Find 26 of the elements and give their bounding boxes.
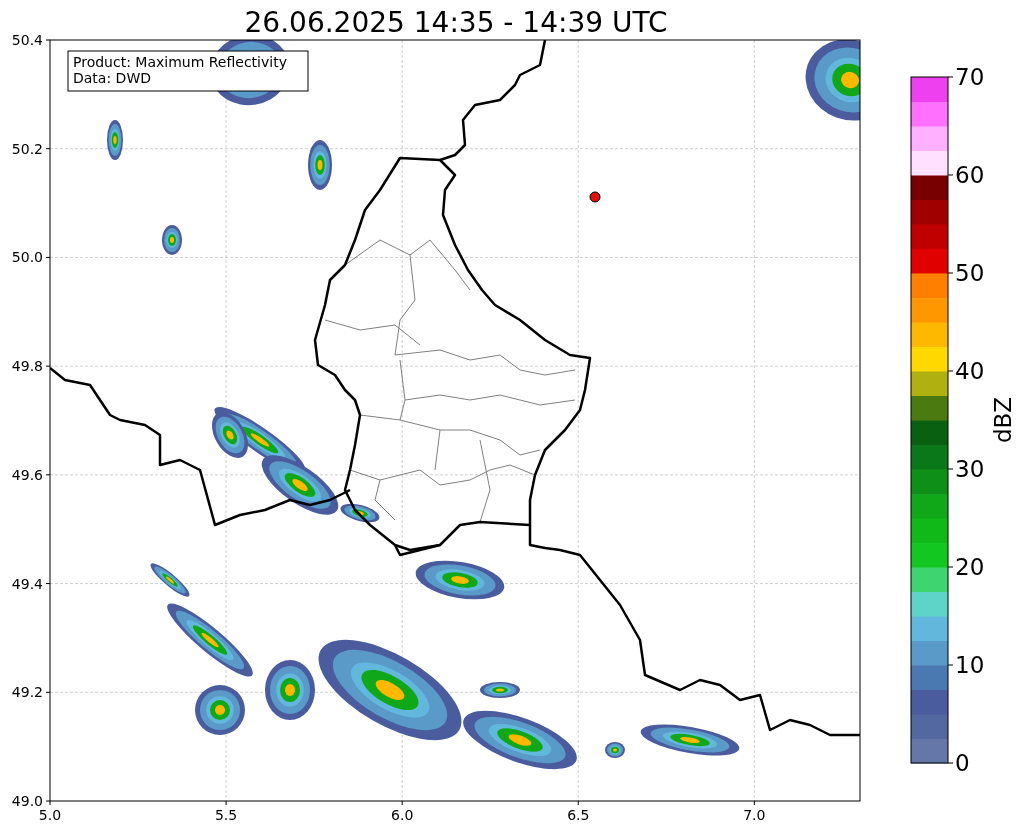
legend-text: Product: Maximum Reflectivity	[73, 54, 287, 70]
colorbar-tick-label: 70	[955, 64, 985, 90]
x-tick-label: 5.0	[38, 807, 62, 823]
x-tick-label: 5.5	[214, 807, 238, 823]
legend-text: Data: DWD	[73, 70, 151, 86]
colorbar-tick-label: 30	[955, 456, 985, 482]
y-tick-label: 49.2	[11, 684, 43, 701]
chart-title: 26.06.2025 14:35 - 14:39 UTC	[244, 6, 668, 39]
y-tick-label: 49.8	[11, 358, 43, 375]
y-tick-label: 49.6	[11, 466, 43, 483]
y-tick-label: 49.4	[11, 575, 43, 592]
y-tick-label: 50.0	[11, 249, 43, 266]
colorbar-tick-label: 20	[955, 554, 985, 580]
x-tick-label: 6.0	[391, 807, 414, 823]
y-tick-label: 50.2	[11, 140, 43, 157]
colorbar-tick-label: 0	[955, 750, 970, 776]
y-tick-label: 50.4	[11, 32, 43, 48]
x-tick-label: 6.5	[567, 807, 590, 823]
location-marker	[589, 191, 601, 203]
colorbar-tick-label: 40	[955, 358, 985, 384]
y-tick-label: 49.0	[11, 793, 43, 809]
colorbar-tick-label: 10	[955, 652, 985, 678]
x-tick-label: 7.0	[743, 807, 766, 823]
colorbar-tick-label: 60	[955, 162, 985, 188]
colorbar-label: dBZ	[990, 396, 1016, 444]
colorbar-tick-label: 50	[955, 260, 985, 286]
